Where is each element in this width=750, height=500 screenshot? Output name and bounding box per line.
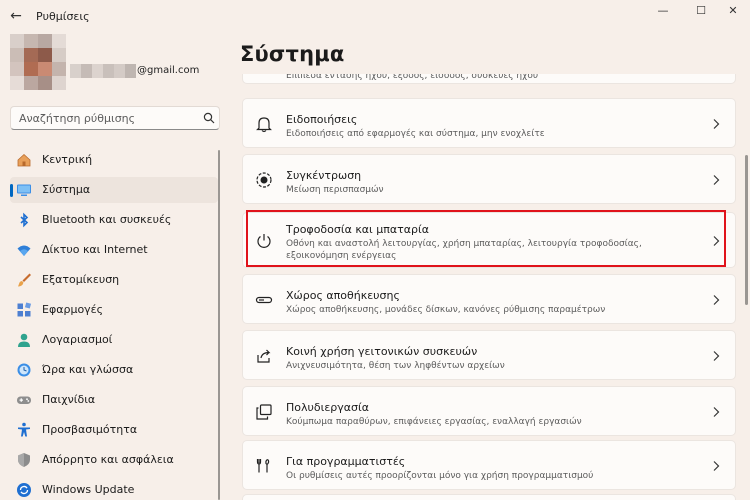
sidebar-item-gaming[interactable]: Παιχνίδια — [10, 387, 218, 413]
bell-icon — [256, 117, 272, 133]
back-button[interactable]: ← — [6, 7, 26, 25]
page-title: Σύστημα — [240, 42, 345, 66]
sidebar-item-accessibility[interactable]: Προσβασιμότητα — [10, 417, 218, 443]
maximize-button[interactable]: ☐ — [686, 2, 716, 20]
home-icon — [17, 153, 31, 167]
sidebar-item-label: Windows Update — [42, 483, 135, 496]
settings-card-notifications[interactable]: Ειδοποιήσεις Ειδοποιήσεις από εφαρμογές … — [242, 98, 736, 148]
sidebar-item-label: Εξατομίκευση — [42, 273, 120, 286]
share-icon — [257, 349, 271, 363]
sidebar-item-privacy-security[interactable]: Απόρρητο και ασφάλεια — [10, 447, 218, 473]
sidebar-item-windows-update[interactable]: Windows Update — [10, 477, 218, 500]
card-subtitle: Κούμπωμα παραθύρων, επιφάνειες εργασίας,… — [286, 417, 582, 427]
sidebar-item-label: Εφαρμογές — [42, 303, 104, 316]
sidebar-item-label: Απόρρητο και ασφάλεια — [42, 453, 174, 466]
settings-card-storage[interactable]: Χώρος αποθήκευσης Χώρος αποθήκευσης, μον… — [242, 274, 736, 324]
developer-icon — [256, 458, 270, 473]
sidebar-scrollbar[interactable] — [218, 150, 220, 500]
search-input[interactable] — [19, 110, 199, 127]
card-subtitle: Χώρος αποθήκευσης, μονάδες δίσκων, κανόν… — [286, 305, 606, 315]
title-bar: ← Ρυθμίσεις — ☐ ✕ — [0, 0, 750, 32]
card-subtitle: Μείωση περισπασμών — [286, 185, 384, 195]
chevron-right-icon — [713, 461, 720, 471]
card-title: Συγκέντρωση — [286, 169, 362, 182]
sidebar-item-label: Παιχνίδια — [42, 393, 96, 406]
sidebar-item-apps[interactable]: Εφαρμογές — [10, 297, 218, 323]
storage-icon — [255, 296, 273, 304]
brush-icon — [18, 273, 31, 287]
card-title: Χώρος αποθήκευσης — [286, 289, 400, 302]
chevron-right-icon — [713, 295, 720, 305]
sidebar-item-label: Ώρα και γλώσσα — [42, 363, 134, 376]
sidebar-item-label: Κεντρική — [42, 153, 93, 166]
apps-icon — [17, 302, 32, 317]
settings-list: Επίπεδα έντασης ήχου, έξοδος, είσοδος, σ… — [242, 74, 736, 500]
chevron-right-icon — [713, 407, 720, 417]
accessibility-icon — [18, 422, 30, 437]
settings-card-partial[interactable] — [242, 494, 736, 500]
main-scrollbar[interactable] — [745, 155, 748, 305]
sidebar-item-home[interactable]: Κεντρική — [10, 147, 218, 173]
minimize-button[interactable]: — — [648, 2, 678, 20]
monitor-icon — [17, 184, 31, 196]
sidebar-item-system[interactable]: Σύστημα — [10, 177, 218, 203]
sidebar-item-network[interactable]: Δίκτυο και Internet — [10, 237, 218, 263]
sound-card[interactable]: Επίπεδα έντασης ήχου, έξοδος, είσοδος, σ… — [242, 74, 736, 84]
avatar[interactable] — [10, 34, 66, 90]
chevron-right-icon — [713, 119, 720, 129]
app-title: Ρυθμίσεις — [36, 10, 90, 23]
settings-card-multitasking[interactable]: Πολυδιεργασία Κούμπωμα παραθύρων, επιφάν… — [242, 386, 736, 436]
bluetooth-icon — [20, 212, 29, 228]
active-indicator — [10, 184, 13, 197]
card-title: Ειδοποιήσεις — [286, 113, 358, 126]
sidebar-item-label: Προσβασιμότητα — [42, 423, 138, 436]
search-box[interactable] — [10, 106, 220, 130]
highlight-box — [246, 210, 726, 267]
wifi-icon — [17, 245, 31, 256]
chevron-right-icon — [713, 351, 720, 361]
sidebar-item-label: Δίκτυο και Internet — [42, 243, 148, 256]
globe-clock-icon — [17, 363, 31, 377]
card-title: Κοινή χρήση γειτονικών συσκευών — [286, 345, 478, 358]
card-title: Πολυδιεργασία — [286, 401, 369, 414]
sidebar-item-bluetooth[interactable]: Bluetooth και συσκευές — [10, 207, 218, 233]
sidebar-item-accounts[interactable]: Λογαριασμοί — [10, 327, 218, 353]
update-icon — [17, 483, 31, 497]
multitask-icon — [256, 404, 272, 420]
card-subtitle: Οι ρυθμίσεις αυτές προορίζονται μόνο για… — [286, 471, 594, 481]
settings-card-focus[interactable]: Συγκέντρωση Μείωση περισπασμών — [242, 154, 736, 204]
settings-card-for-developers[interactable]: Για προγραμματιστές Οι ρυθμίσεις αυτές π… — [242, 440, 736, 490]
person-icon — [18, 333, 30, 347]
card-subtitle: Επίπεδα έντασης ήχου, έξοδος, είσοδος, σ… — [286, 74, 539, 81]
settings-card-nearby-sharing[interactable]: Κοινή χρήση γειτονικών συσκευών Ανιχνευσ… — [242, 330, 736, 380]
sidebar-item-time-language[interactable]: Ώρα και γλώσσα — [10, 357, 218, 383]
search-icon[interactable] — [203, 112, 215, 124]
sidebar-item-label: Bluetooth και συσκευές — [42, 213, 172, 226]
sidebar-item-personalization[interactable]: Εξατομίκευση — [10, 267, 218, 293]
sidebar-item-label: Λογαριασμοί — [42, 333, 113, 346]
sidebar-item-label: Σύστημα — [42, 183, 91, 196]
card-title: Για προγραμματιστές — [286, 455, 406, 468]
card-subtitle: Ειδοποιήσεις από εφαρμογές και σύστημα, … — [286, 129, 545, 139]
shield-icon — [18, 453, 30, 467]
close-button[interactable]: ✕ — [718, 2, 748, 20]
chevron-right-icon — [713, 175, 720, 185]
account-email: @gmail.com — [137, 65, 200, 76]
email-redaction — [70, 64, 136, 78]
gamepad-icon — [17, 396, 31, 404]
card-subtitle: Ανιχνευσιμότητα, θέση των ληφθέντων αρχε… — [286, 361, 505, 371]
focus-icon — [256, 172, 272, 188]
